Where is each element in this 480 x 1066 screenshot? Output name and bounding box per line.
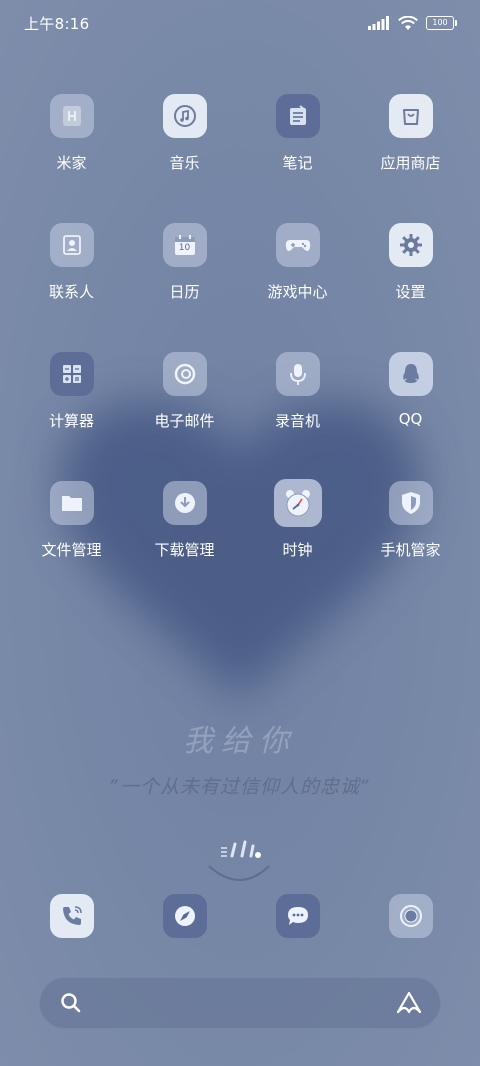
app-security[interactable]: 手机管家 xyxy=(354,481,467,610)
camera-icon[interactable] xyxy=(388,894,433,938)
wallpaper-quote-line2: “一个从未有过信仰人的忠诚” xyxy=(109,776,371,798)
app-label: 文件管理 xyxy=(41,541,102,559)
app-game-center[interactable]: 游戏中心 xyxy=(241,223,354,352)
signal-icon xyxy=(368,16,389,30)
assistant-icon[interactable] xyxy=(395,990,423,1016)
app-music[interactable]: 音乐 xyxy=(128,94,241,223)
app-label: 手机管家 xyxy=(380,541,441,559)
dock xyxy=(15,894,467,938)
app-label: 米家 xyxy=(56,154,87,172)
app-label: 日历 xyxy=(169,283,200,301)
status-time: 上午8:16 xyxy=(24,15,90,33)
app-settings[interactable]: 设置 xyxy=(354,223,467,352)
app-label: 录音机 xyxy=(274,412,320,430)
notes-icon xyxy=(275,94,320,138)
alarm-clock-icon xyxy=(273,479,322,527)
battery-icon: 100 xyxy=(426,16,457,30)
calendar-date: 10 xyxy=(178,243,191,253)
qq-penguin-icon xyxy=(388,352,433,396)
app-label: 联系人 xyxy=(48,283,94,301)
gear-icon xyxy=(388,223,433,267)
app-calendar[interactable]: 10 日历 xyxy=(128,223,241,352)
wallpaper-quote-line1: 我给你 xyxy=(183,724,297,759)
app-clock[interactable]: 时钟 xyxy=(241,479,354,610)
calendar-icon: 10 xyxy=(162,223,207,267)
app-label: 音乐 xyxy=(169,154,200,172)
chat-bubble-icon[interactable] xyxy=(275,894,320,938)
music-icon xyxy=(162,94,207,138)
app-downloads[interactable]: 下载管理 xyxy=(128,481,241,610)
app-label: 游戏中心 xyxy=(267,283,328,301)
email-icon xyxy=(162,352,207,396)
app-store[interactable]: 应用商店 xyxy=(354,94,467,223)
app-label: QQ xyxy=(398,410,423,428)
app-notes[interactable]: 笔记 xyxy=(241,94,354,223)
search-bar[interactable] xyxy=(39,977,441,1029)
shield-icon xyxy=(388,481,433,525)
app-mijia[interactable]: 米家 xyxy=(15,94,128,223)
app-label: 时钟 xyxy=(282,541,313,559)
status-bar: 上午8:16 100 xyxy=(0,0,480,46)
app-store-icon xyxy=(388,94,433,138)
app-calculator[interactable]: 计算器 xyxy=(15,352,128,481)
phone-icon[interactable] xyxy=(49,894,94,938)
app-grid: 米家 音乐 笔记 应用商店 联系人 10 日历 游戏中心 设置 计算器 电子邮件… xyxy=(15,94,467,610)
app-qq[interactable]: QQ xyxy=(354,352,467,481)
app-label: 电子邮件 xyxy=(154,412,215,430)
smile-doodle-icon xyxy=(208,840,270,881)
app-files[interactable]: 文件管理 xyxy=(15,481,128,610)
app-contacts[interactable]: 联系人 xyxy=(15,223,128,352)
gamepad-icon xyxy=(275,223,320,267)
wifi-icon xyxy=(398,15,418,30)
folder-icon xyxy=(49,481,94,525)
mijia-icon xyxy=(49,94,94,138)
status-icons: 100 xyxy=(368,13,457,33)
app-email[interactable]: 电子邮件 xyxy=(128,352,241,481)
download-icon xyxy=(162,481,207,525)
contacts-icon xyxy=(49,223,94,267)
app-recorder[interactable]: 录音机 xyxy=(241,352,354,481)
app-label: 应用商店 xyxy=(380,154,441,172)
app-label: 计算器 xyxy=(48,412,94,430)
microphone-icon xyxy=(275,352,320,396)
search-icon[interactable] xyxy=(59,991,83,1015)
app-label: 下载管理 xyxy=(154,541,215,559)
app-label: 笔记 xyxy=(282,154,313,172)
calculator-icon xyxy=(49,352,94,396)
app-label: 设置 xyxy=(395,283,426,301)
compass-icon[interactable] xyxy=(162,894,207,938)
